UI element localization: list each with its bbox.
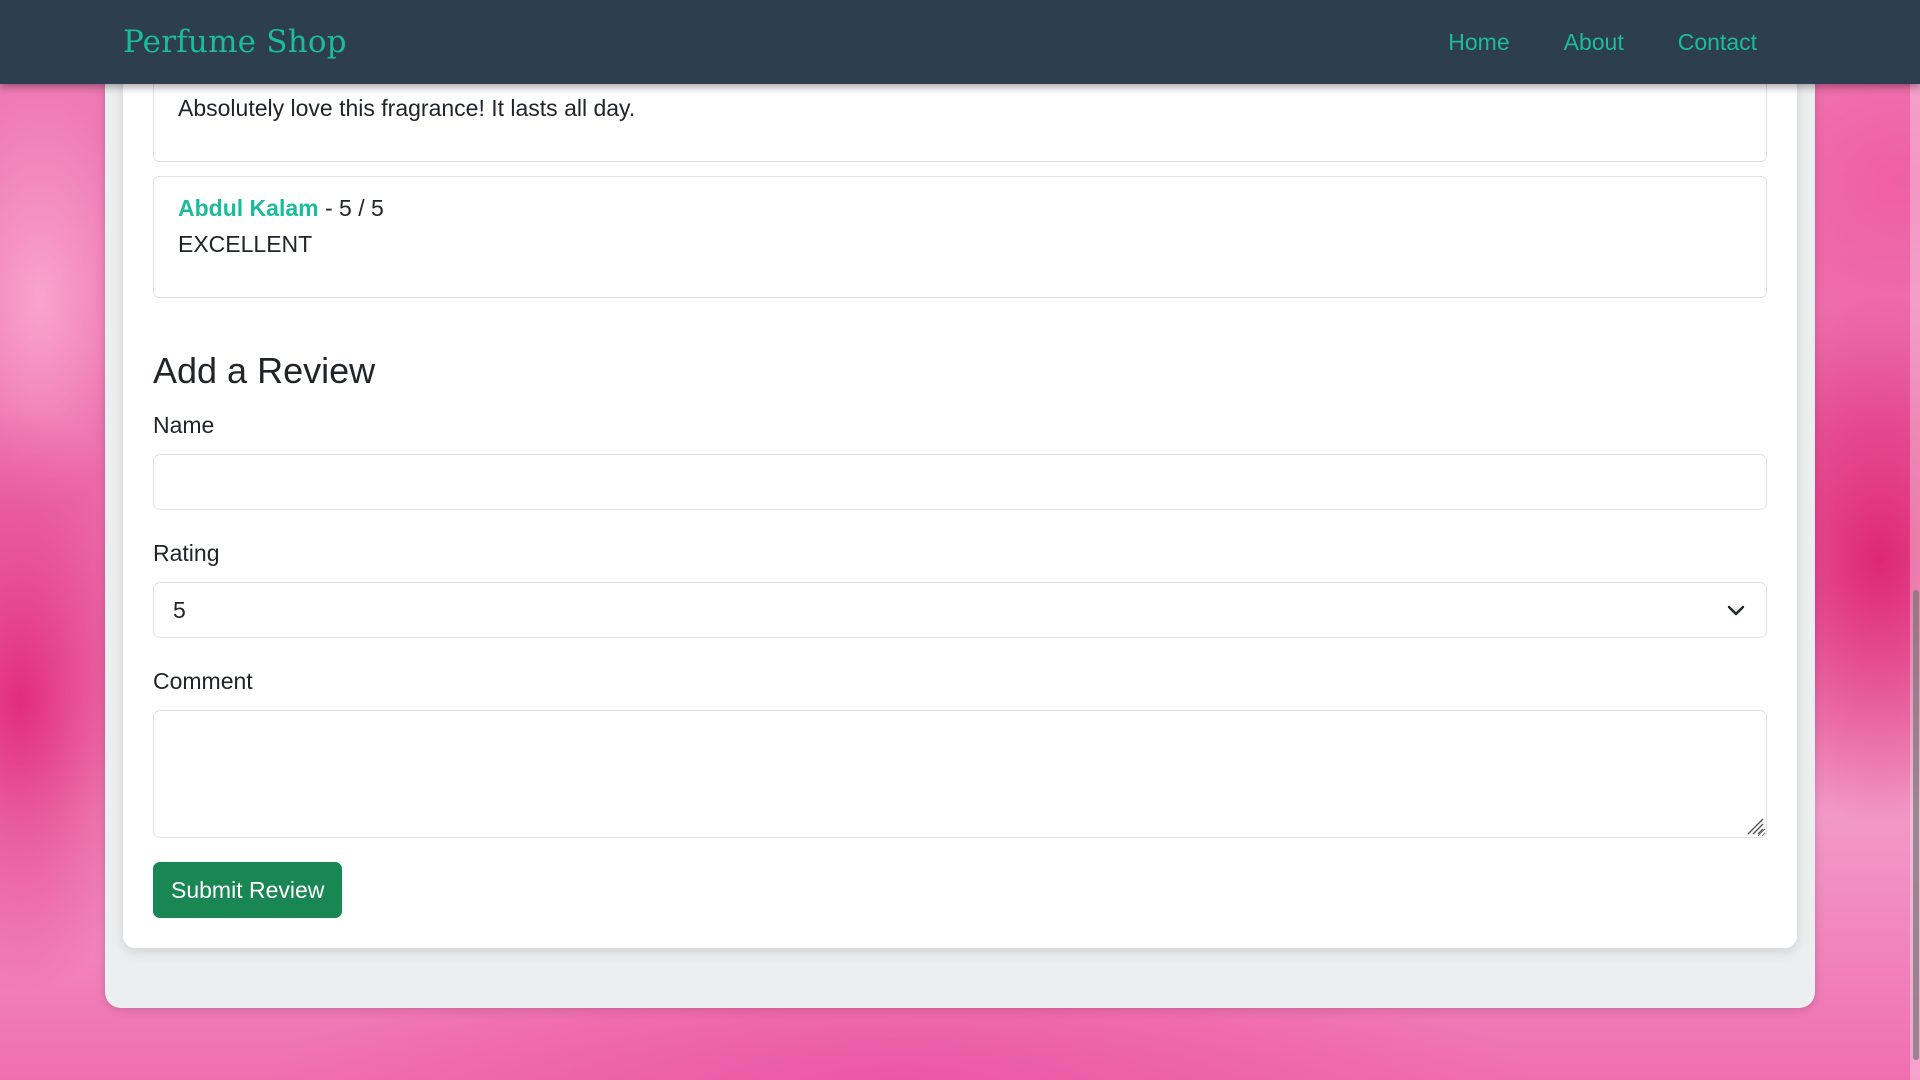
name-input[interactable] — [153, 454, 1767, 510]
chevron-down-icon — [1727, 605, 1745, 616]
submit-review-button[interactable]: Submit Review — [153, 862, 343, 918]
page-scrollbar[interactable] — [1910, 0, 1920, 1080]
rating-label: Rating — [153, 540, 220, 566]
review-item: Abdul Kalam - 5 / 5 EXCELLENT — [153, 176, 1767, 298]
resize-grip-icon[interactable] — [1744, 815, 1764, 835]
brand-link[interactable]: Perfume Shop — [123, 0, 347, 84]
review-rating: - 5 / 5 — [318, 195, 384, 221]
nav-link-home[interactable]: Home — [1421, 0, 1536, 84]
comment-textarea[interactable] — [153, 710, 1767, 838]
nav-link-about[interactable]: About — [1537, 0, 1651, 84]
nav-links: Home About Contact — [1421, 0, 1784, 84]
add-review-heading: Add a Review — [153, 350, 376, 391]
comment-label: Comment — [153, 668, 253, 694]
review-header: Abdul Kalam - 5 / 5 — [178, 195, 384, 222]
rating-selected-value: 5 — [173, 597, 186, 623]
top-navbar: Perfume Shop Home About Contact — [0, 0, 1920, 84]
review-comment: EXCELLENT — [178, 231, 313, 257]
rating-select[interactable]: 5 — [153, 582, 1767, 638]
page-scrollbar-thumb[interactable] — [1913, 590, 1919, 1060]
review-author: Abdul Kalam — [178, 195, 319, 221]
name-label: Name — [153, 412, 215, 438]
review-comment: Absolutely love this fragrance! It lasts… — [178, 95, 636, 121]
nav-link-contact[interactable]: Contact — [1651, 0, 1784, 84]
